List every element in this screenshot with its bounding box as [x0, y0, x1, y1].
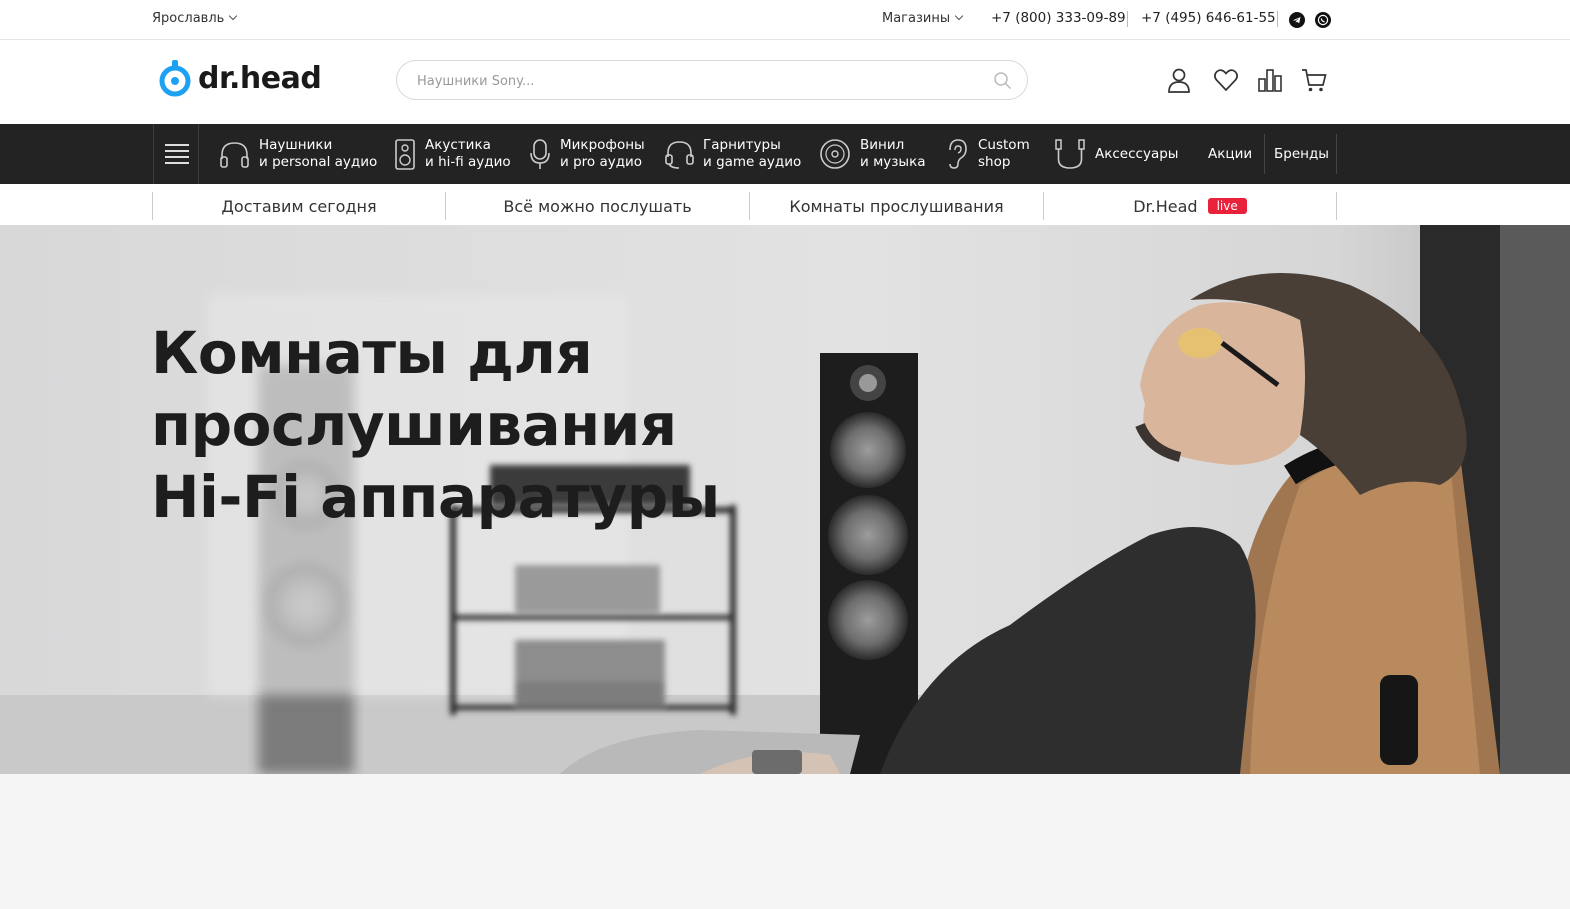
logo-text: dr.head — [198, 60, 322, 96]
heart-icon[interactable] — [1212, 66, 1240, 94]
divider — [1127, 11, 1128, 27]
page: Ярославль Магазины +7 (800) 333-09-89 +7… — [0, 0, 1570, 909]
city-label: Ярославль — [152, 11, 225, 26]
subnav-drhead-live[interactable]: Dr.Head live — [1044, 192, 1336, 220]
chevron-down-icon — [229, 11, 238, 21]
headset-icon — [665, 140, 694, 169]
nav-item-label: Аксессуары — [1095, 145, 1179, 162]
hero-title-line: Hi-Fi аппаратуры — [151, 463, 720, 531]
nav-item-label: Акции — [1208, 145, 1253, 162]
nav-divider — [1336, 134, 1337, 174]
hero-title: Комнаты для прослушивания Hi-Fi аппарату… — [151, 317, 720, 533]
telegram-icon[interactable] — [1289, 12, 1305, 28]
nav-item-brands[interactable]: Бренды — [1266, 124, 1329, 184]
search-icon[interactable] — [993, 71, 1013, 91]
nav-item-microphones[interactable]: Микрофоны и pro аудио — [528, 124, 645, 184]
hero-title-line: Комнаты для — [151, 319, 593, 387]
speaker-icon — [395, 138, 415, 170]
burger-line — [165, 150, 189, 152]
cart-icon[interactable] — [1300, 66, 1328, 94]
whatsapp-icon[interactable] — [1315, 12, 1331, 28]
nav-item-label: Акустика и hi-fi аудио — [425, 137, 511, 170]
nav-item-label: Микрофоны и pro аудио — [560, 137, 645, 170]
compare-icon[interactable] — [1256, 66, 1284, 94]
nav-item-sales[interactable]: Акции — [1200, 124, 1252, 184]
headphones-icon — [220, 141, 249, 168]
subnav-listening-rooms[interactable]: Комнаты прослушивания — [750, 192, 1043, 220]
nav-divider — [1264, 134, 1265, 174]
phone-link-1[interactable]: +7 (800) 333-09-89 — [991, 10, 1126, 26]
burger-line — [165, 162, 189, 164]
phone-link-2[interactable]: +7 (495) 646-61-55 — [1141, 10, 1276, 26]
burger-line — [165, 144, 189, 146]
nav-item-label: Винил и музыка — [860, 137, 926, 170]
subnav-listen-all[interactable]: Всё можно послушать — [446, 192, 749, 220]
nav-item-vinyl[interactable]: Винил и музыка — [818, 124, 926, 184]
cable-icon — [1055, 139, 1085, 169]
nav-item-label: Бренды — [1274, 145, 1329, 162]
nav-item-acoustics[interactable]: Акустика и hi-fi аудио — [393, 124, 511, 184]
content-area — [0, 774, 1570, 909]
logo-mark-icon — [158, 59, 192, 97]
live-badge: live — [1207, 198, 1247, 214]
subnav-divider — [1336, 192, 1337, 220]
subnav-drhead-label: Dr.Head — [1133, 196, 1198, 216]
stores-label: Магазины — [882, 11, 951, 26]
nav-item-headphones[interactable]: Наушники и personal аудио — [218, 124, 377, 184]
microphone-icon — [530, 138, 550, 169]
nav-item-label: Custom shop — [978, 137, 1030, 170]
nav-item-headsets[interactable]: Гарнитуры и game аудио — [664, 124, 801, 184]
city-selector[interactable]: Ярославль — [152, 11, 238, 26]
nav-item-accessories[interactable]: Аксессуары — [1053, 124, 1178, 184]
subnav-delivery-today[interactable]: Доставим сегодня — [153, 192, 445, 220]
nav-item-custom-shop[interactable]: Custom shop — [944, 124, 1030, 184]
search-input[interactable] — [417, 70, 977, 92]
hero-banner[interactable]: Комнаты для прослушивания Hi-Fi аппарату… — [0, 225, 1570, 774]
user-icon[interactable] — [1165, 66, 1193, 94]
sub-nav: Доставим сегодня Всё можно послушать Ком… — [0, 184, 1570, 225]
burger-line — [165, 156, 189, 158]
top-bar: Ярославль Магазины +7 (800) 333-09-89 +7… — [0, 0, 1570, 40]
logo[interactable]: dr.head — [158, 58, 322, 98]
divider — [1277, 11, 1278, 27]
menu-button[interactable] — [153, 124, 199, 184]
ear-icon — [949, 139, 967, 169]
nav-item-label: Наушники и personal аудио — [259, 137, 378, 170]
stores-dropdown[interactable]: Магазины — [882, 11, 964, 26]
vinyl-icon — [820, 139, 850, 169]
nav-item-label: Гарнитуры и game аудио — [703, 137, 802, 170]
hero-title-line: прослушивания — [151, 391, 677, 459]
main-nav: Наушники и personal аудио Акустика и hi-fi… — [0, 124, 1570, 184]
chevron-down-icon — [954, 11, 964, 21]
search-bar[interactable] — [396, 60, 1028, 100]
